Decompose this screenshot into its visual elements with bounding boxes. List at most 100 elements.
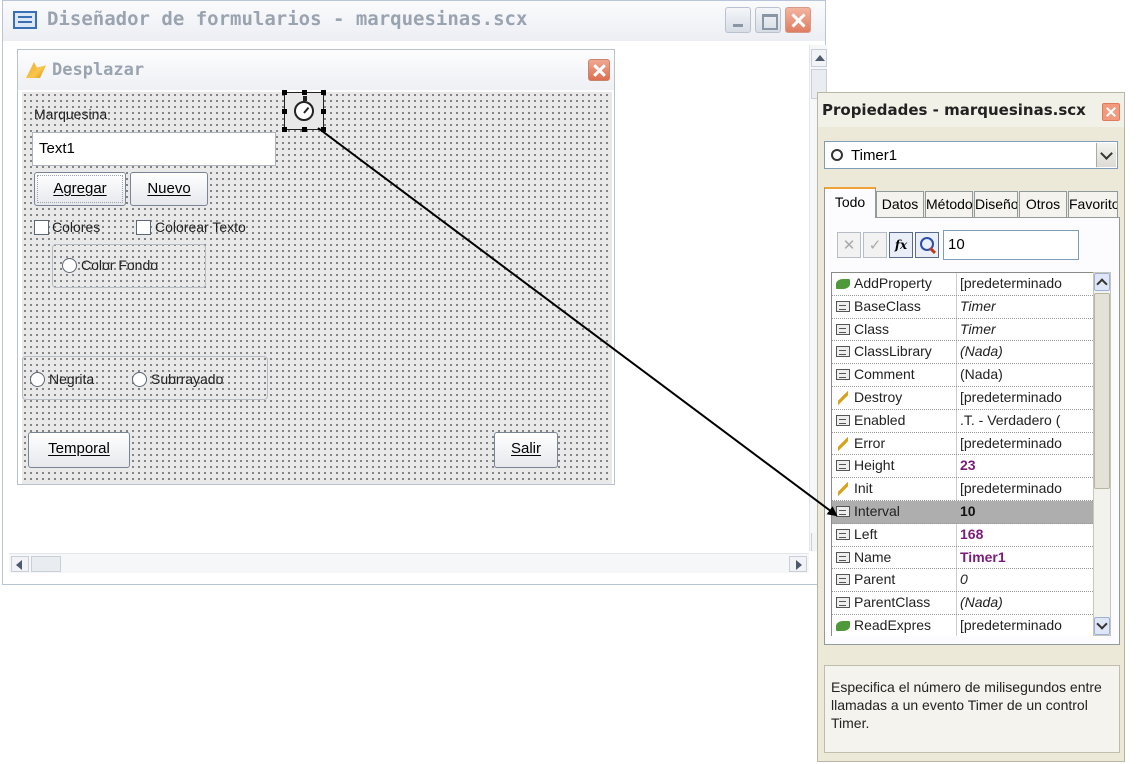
property-row-init[interactable]: Init [predeterminado [832, 478, 1093, 501]
property-value[interactable]: Timer [960, 321, 1090, 337]
tab-otros[interactable]: Otros [1019, 191, 1067, 217]
properties-close-icon[interactable] [1102, 103, 1120, 121]
property-value[interactable]: (Nada) [960, 343, 1090, 359]
property-value-input[interactable]: 10 [943, 230, 1079, 260]
property-value[interactable]: 168 [960, 526, 1090, 542]
salir-label: Salir [510, 440, 541, 457]
expression-builder-button[interactable]: fx [889, 232, 913, 258]
selection-handle[interactable] [282, 127, 287, 132]
scroll-up-icon[interactable] [1094, 273, 1110, 291]
negrita-radio[interactable] [30, 372, 45, 387]
form-desplazar[interactable]: Desplazar Marquesina Text1 Agregar Nuevo… [17, 49, 615, 485]
properties-panel: ✕ ✓ fx 10 AddProperty [predeterminado Base… [824, 217, 1120, 645]
agregar-button[interactable]: Agregar [34, 172, 126, 206]
temporal-button[interactable]: Temporal [28, 432, 130, 468]
cancel-edit-button[interactable]: ✕ [837, 232, 861, 258]
property-row-destroy[interactable]: Destroy [predeterminado [832, 387, 1093, 410]
dropdown-arrow-icon[interactable] [1096, 143, 1116, 167]
selection-handle[interactable] [302, 127, 307, 132]
property-value[interactable]: [predeterminado [960, 480, 1090, 496]
label-marquesina[interactable]: Marquesina [34, 106, 107, 122]
scroll-thumb-horizontal[interactable] [31, 556, 61, 572]
salir-button[interactable]: Salir [494, 432, 558, 468]
selection-handle[interactable] [282, 109, 287, 114]
property-grid-scrollbar[interactable] [1093, 272, 1111, 636]
tab-todo[interactable]: Todo [824, 187, 876, 218]
property-row-comment[interactable]: Comment (Nada) [832, 364, 1093, 387]
close-button[interactable] [785, 7, 811, 33]
nuevo-button[interactable]: Nuevo [130, 172, 208, 206]
color-fondo-radio[interactable] [62, 258, 77, 273]
property-value[interactable]: 0 [960, 571, 1090, 587]
colorear-texto-checkbox[interactable] [136, 220, 151, 235]
property-name: ParentClass [854, 594, 931, 611]
form-canvas[interactable]: Marquesina Text1 Agregar Nuevo Colores C… [22, 90, 612, 484]
property-name: BaseClass [854, 297, 921, 314]
colores-checkbox[interactable] [34, 220, 49, 235]
form-titlebar[interactable]: Desplazar [18, 50, 614, 90]
selection-handle[interactable] [321, 127, 326, 132]
tab-datos[interactable]: Datos [876, 191, 924, 217]
property-value[interactable]: [predeterminado [960, 275, 1090, 291]
designer-horizontal-scrollbar[interactable] [9, 553, 809, 573]
maximize-button[interactable] [755, 7, 781, 33]
property-value[interactable]: 23 [960, 457, 1090, 473]
tab-diseno[interactable]: Diseño [974, 191, 1018, 217]
property-row-interval[interactable]: Interval 10 [832, 500, 1093, 524]
selection-handle[interactable] [321, 90, 326, 95]
property-value[interactable]: (Nada) [960, 594, 1090, 610]
zoom-icon[interactable] [915, 232, 939, 258]
property-icon [836, 551, 850, 563]
negrita-label: Negrita [49, 371, 95, 387]
property-row-name[interactable]: Name Timer1 [832, 547, 1093, 570]
minimize-button[interactable] [725, 7, 751, 33]
property-value[interactable]: Timer1 [960, 549, 1090, 565]
tab-metodos[interactable]: Métodos [925, 191, 973, 217]
scroll-left-arrow-icon[interactable] [11, 556, 29, 572]
property-value[interactable]: (Nada) [960, 366, 1090, 382]
property-value[interactable]: 10 [960, 503, 1090, 519]
property-value[interactable]: [predeterminado [960, 617, 1090, 633]
property-row-enabled[interactable]: Enabled .T. - Verdadero ( [832, 410, 1093, 433]
property-icon [836, 528, 850, 540]
property-row-baseclass[interactable]: BaseClass Timer [832, 296, 1093, 319]
text1-textbox[interactable]: Text1 [32, 132, 276, 166]
object-selector[interactable]: Timer1 [824, 141, 1118, 169]
property-row-class[interactable]: Class Timer [832, 319, 1093, 342]
designer-title: Diseñador de formularios - marquesinas.s… [47, 8, 528, 30]
form-close-icon[interactable] [588, 59, 610, 81]
property-value[interactable]: [predeterminado [960, 389, 1090, 405]
timer-control[interactable] [282, 90, 326, 132]
property-value[interactable]: .T. - Verdadero ( [960, 412, 1090, 428]
properties-tabs: Todo Datos Métodos Diseño Otros Favorito… [824, 187, 1120, 218]
subrrayado-radio[interactable] [132, 372, 147, 387]
selection-handle[interactable] [302, 90, 307, 95]
property-row-parent[interactable]: Parent 0 [832, 569, 1093, 593]
property-row-addproperty[interactable]: AddProperty [predeterminado [832, 273, 1093, 296]
property-row-readexpres[interactable]: ReadExpres [predeterminado [832, 615, 1093, 636]
property-grid[interactable]: AddProperty [predeterminado BaseClass Timer… [831, 272, 1093, 636]
nuevo-label: Nuevo [147, 180, 191, 197]
properties-window: Propiedades - marquesinas.scx Timer1 Tod… [817, 92, 1125, 762]
property-row-parentclass[interactable]: ParentClass (Nada) [832, 592, 1093, 615]
scroll-down-icon[interactable] [1094, 617, 1110, 635]
property-row-left[interactable]: Left 168 [832, 524, 1093, 547]
property-icon [836, 346, 850, 358]
property-row-error[interactable]: Error [predeterminado [832, 433, 1093, 456]
property-row-classlibrary[interactable]: ClassLibrary (Nada) [832, 341, 1093, 365]
property-value[interactable]: Timer [960, 298, 1090, 314]
property-grid-scroll-thumb[interactable] [1094, 293, 1110, 489]
designer-titlebar[interactable]: Diseñador de formularios - marquesinas.s… [3, 1, 825, 41]
selection-handle[interactable] [282, 90, 287, 95]
property-value[interactable]: [predeterminado [960, 435, 1090, 451]
property-name: AddProperty [854, 275, 932, 291]
property-icon [836, 300, 850, 312]
properties-titlebar[interactable]: Propiedades - marquesinas.scx [818, 93, 1124, 127]
selection-handle[interactable] [321, 109, 326, 114]
property-icon [836, 574, 850, 586]
accept-edit-button[interactable]: ✓ [863, 232, 887, 258]
scroll-up-arrow-icon[interactable] [811, 49, 827, 67]
tab-favoritos[interactable]: Favoritos [1068, 191, 1118, 217]
property-row-height[interactable]: Height 23 [832, 455, 1093, 479]
scroll-right-arrow-icon[interactable] [789, 556, 807, 572]
